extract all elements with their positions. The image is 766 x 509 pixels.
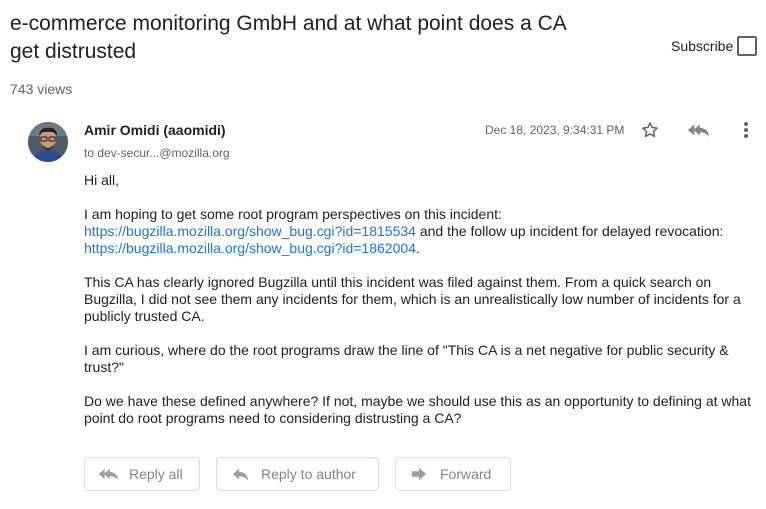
paragraph-4: Do we have these defined anywhere? If no… — [84, 393, 751, 426]
bugzilla-link-1862004[interactable]: https://bugzilla.mozilla.org/show_bug.cg… — [84, 240, 416, 256]
greeting: Hi all, — [84, 172, 120, 188]
recipient: to dev-secur...@mozilla.org — [84, 146, 230, 160]
message-body: Hi all, I am hoping to get some root pro… — [84, 172, 754, 444]
subscribe-checkbox[interactable] — [737, 36, 758, 56]
paragraph-2: This CA has clearly ignored Bugzilla unt… — [84, 274, 741, 324]
reply-all-button[interactable]: Reply all — [84, 457, 200, 491]
reply-to-author-button[interactable]: Reply to author — [216, 457, 379, 491]
message-timestamp: Dec 18, 2023, 9:34:31 PM — [485, 123, 625, 137]
bugzilla-link-1815534[interactable]: https://bugzilla.mozilla.org/show_bug.cg… — [84, 223, 416, 239]
p1-text-end: . — [415, 240, 420, 256]
reply-to-author-label: Reply to author — [261, 466, 356, 482]
forward-button[interactable]: Forward — [395, 457, 511, 491]
paragraph-3: I am curious, where do the root programs… — [84, 342, 729, 375]
subscribe-toggle[interactable]: Subscribe — [671, 36, 758, 56]
star-icon[interactable] — [638, 118, 662, 142]
reply-all-label: Reply all — [129, 466, 183, 482]
reply-all-icon[interactable] — [686, 118, 710, 142]
author-name[interactable]: Amir Omidi (aaomidi) — [84, 122, 226, 138]
thread-title: e-commerce monitoring GmbH and at what p… — [10, 12, 566, 63]
thread-page: e-commerce monitoring GmbH and at what p… — [0, 0, 766, 509]
avatar[interactable] — [28, 122, 68, 162]
view-count: 743 views — [10, 81, 73, 97]
reply-icon — [229, 465, 251, 483]
subscribe-label: Subscribe — [671, 38, 734, 54]
reply-all-icon — [97, 465, 119, 483]
more-vert-icon[interactable] — [734, 118, 758, 142]
forward-label: Forward — [440, 466, 492, 482]
forward-icon — [408, 465, 430, 483]
p1-text-middle: and the follow up incident for delayed r… — [415, 223, 724, 239]
p1-text-before: I am hoping to get some root program per… — [84, 206, 502, 222]
avatar-image — [28, 122, 68, 162]
paragraph-1: I am hoping to get some root program per… — [84, 206, 754, 257]
message-actions: Reply all Reply to author Forward — [84, 457, 511, 491]
